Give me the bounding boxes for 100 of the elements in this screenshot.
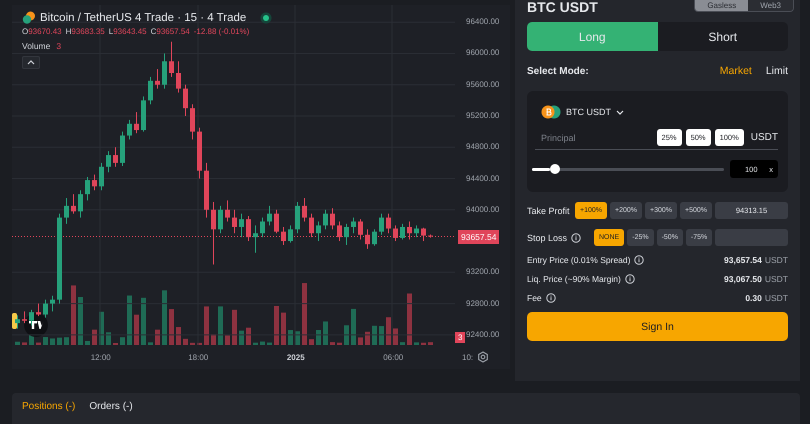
sign-in-button[interactable]: Sign In xyxy=(527,312,788,341)
value-field[interactable] xyxy=(715,229,788,246)
candle xyxy=(246,216,251,242)
volume-bar xyxy=(211,334,216,345)
currency-label: USDT xyxy=(750,132,778,143)
volume-bar xyxy=(204,306,209,345)
volume-bar xyxy=(414,342,419,345)
volume-bar xyxy=(365,332,370,345)
volume-bar xyxy=(400,342,405,345)
price-change: -12.88 (-0.01%) xyxy=(194,27,250,36)
volume-bar xyxy=(288,330,293,345)
volume-bar xyxy=(239,330,244,345)
price-tick: 96400.00 xyxy=(466,17,500,28)
candle xyxy=(43,300,48,318)
candle xyxy=(120,132,125,166)
candle xyxy=(239,214,244,238)
coin-pair-icon xyxy=(541,105,561,119)
candle xyxy=(421,228,426,242)
volume-bar xyxy=(50,338,55,345)
info-icon xyxy=(546,293,556,303)
principal-field[interactable]: Principal xyxy=(541,132,653,142)
volume-bar xyxy=(155,330,160,345)
info-value: 93,657.54 xyxy=(724,255,762,265)
volume-bar xyxy=(344,325,349,345)
volume-bar xyxy=(316,330,321,345)
unit-label: USDT xyxy=(764,255,788,265)
volume-bar xyxy=(260,342,265,345)
drawer-handle[interactable] xyxy=(12,313,17,329)
candle xyxy=(22,311,27,324)
candle xyxy=(309,214,314,238)
mode-tab[interactable]: Limit xyxy=(766,65,788,77)
info-icon xyxy=(634,255,644,265)
volume-bar xyxy=(281,312,286,345)
mode-label: Select Mode: xyxy=(527,66,589,76)
candle xyxy=(106,151,111,172)
volume-bar xyxy=(15,342,20,345)
volume-bar xyxy=(99,312,104,345)
ohlc-value: C93657.54 xyxy=(150,27,190,36)
bottom-tab[interactable]: Positions (-) xyxy=(22,401,76,412)
candle xyxy=(71,194,76,214)
price-tick: 92400.00 xyxy=(466,330,500,340)
candle xyxy=(113,147,118,167)
time-tick: 18:00 xyxy=(188,352,208,362)
volume-bar xyxy=(141,298,146,345)
ohlc-value: O93670.43 xyxy=(22,27,62,36)
volume-bar xyxy=(330,342,335,345)
asset-selector[interactable]: BTC USDT xyxy=(541,105,624,119)
volume-bar xyxy=(162,290,167,345)
candle xyxy=(414,225,419,238)
volume-bar xyxy=(106,332,111,345)
settings-button[interactable] xyxy=(477,351,489,363)
volume-bar xyxy=(85,341,90,345)
candle xyxy=(218,206,223,234)
volume-bar xyxy=(92,330,97,345)
volume-bar xyxy=(393,328,398,345)
info-icon xyxy=(624,274,635,284)
candle xyxy=(428,234,433,238)
unit-label: USDT xyxy=(764,293,788,303)
volume-bar xyxy=(407,294,412,345)
field-label: Take Profit xyxy=(527,206,570,216)
ohlc-value: L93643.45 xyxy=(108,27,147,36)
slider-thumb[interactable] xyxy=(550,164,560,174)
volume-bar xyxy=(379,326,384,345)
info-label: Fee xyxy=(527,293,542,303)
chart-title: Bitcoin / TetherUS 4 Trade · 15 · 4 Trade xyxy=(40,12,246,24)
candle xyxy=(134,112,139,134)
volume-bar xyxy=(372,326,377,345)
wallet-tab[interactable]: Gasless xyxy=(695,0,748,11)
volume-tag: 3 xyxy=(455,332,466,343)
volume-bar xyxy=(267,342,272,345)
field-label: Stop Loss xyxy=(527,232,568,242)
coin-icon xyxy=(22,11,36,24)
volume-value: 3 xyxy=(56,41,62,51)
price-tick: 95200.00 xyxy=(466,110,500,121)
volume-bar xyxy=(176,327,181,345)
volume-bar xyxy=(197,342,202,345)
candle xyxy=(197,128,202,179)
candle xyxy=(36,304,41,316)
mode-tab[interactable]: Market xyxy=(720,65,752,77)
candle xyxy=(288,225,293,243)
volume-bar xyxy=(64,337,69,345)
side-tab[interactable]: Short xyxy=(658,22,788,51)
volume-bar xyxy=(358,337,363,345)
candle xyxy=(400,224,405,240)
info-value: 93,067.50 xyxy=(724,274,762,284)
wallet-tab[interactable]: Web3 xyxy=(748,0,793,11)
bottom-tab[interactable]: Orders (-) xyxy=(89,401,133,412)
candle xyxy=(351,218,356,234)
candle xyxy=(141,96,146,132)
price-tick: 94800.00 xyxy=(466,142,500,152)
volume-bar xyxy=(78,297,83,345)
volume-label: Volume xyxy=(22,41,50,51)
collapse-button[interactable] xyxy=(22,56,40,69)
candle xyxy=(407,222,412,240)
candle xyxy=(127,120,132,140)
candle xyxy=(183,84,188,116)
candle xyxy=(260,218,265,238)
price-tick: 95600.00 xyxy=(466,80,500,90)
candle xyxy=(162,53,167,89)
volume-bar xyxy=(120,337,125,345)
